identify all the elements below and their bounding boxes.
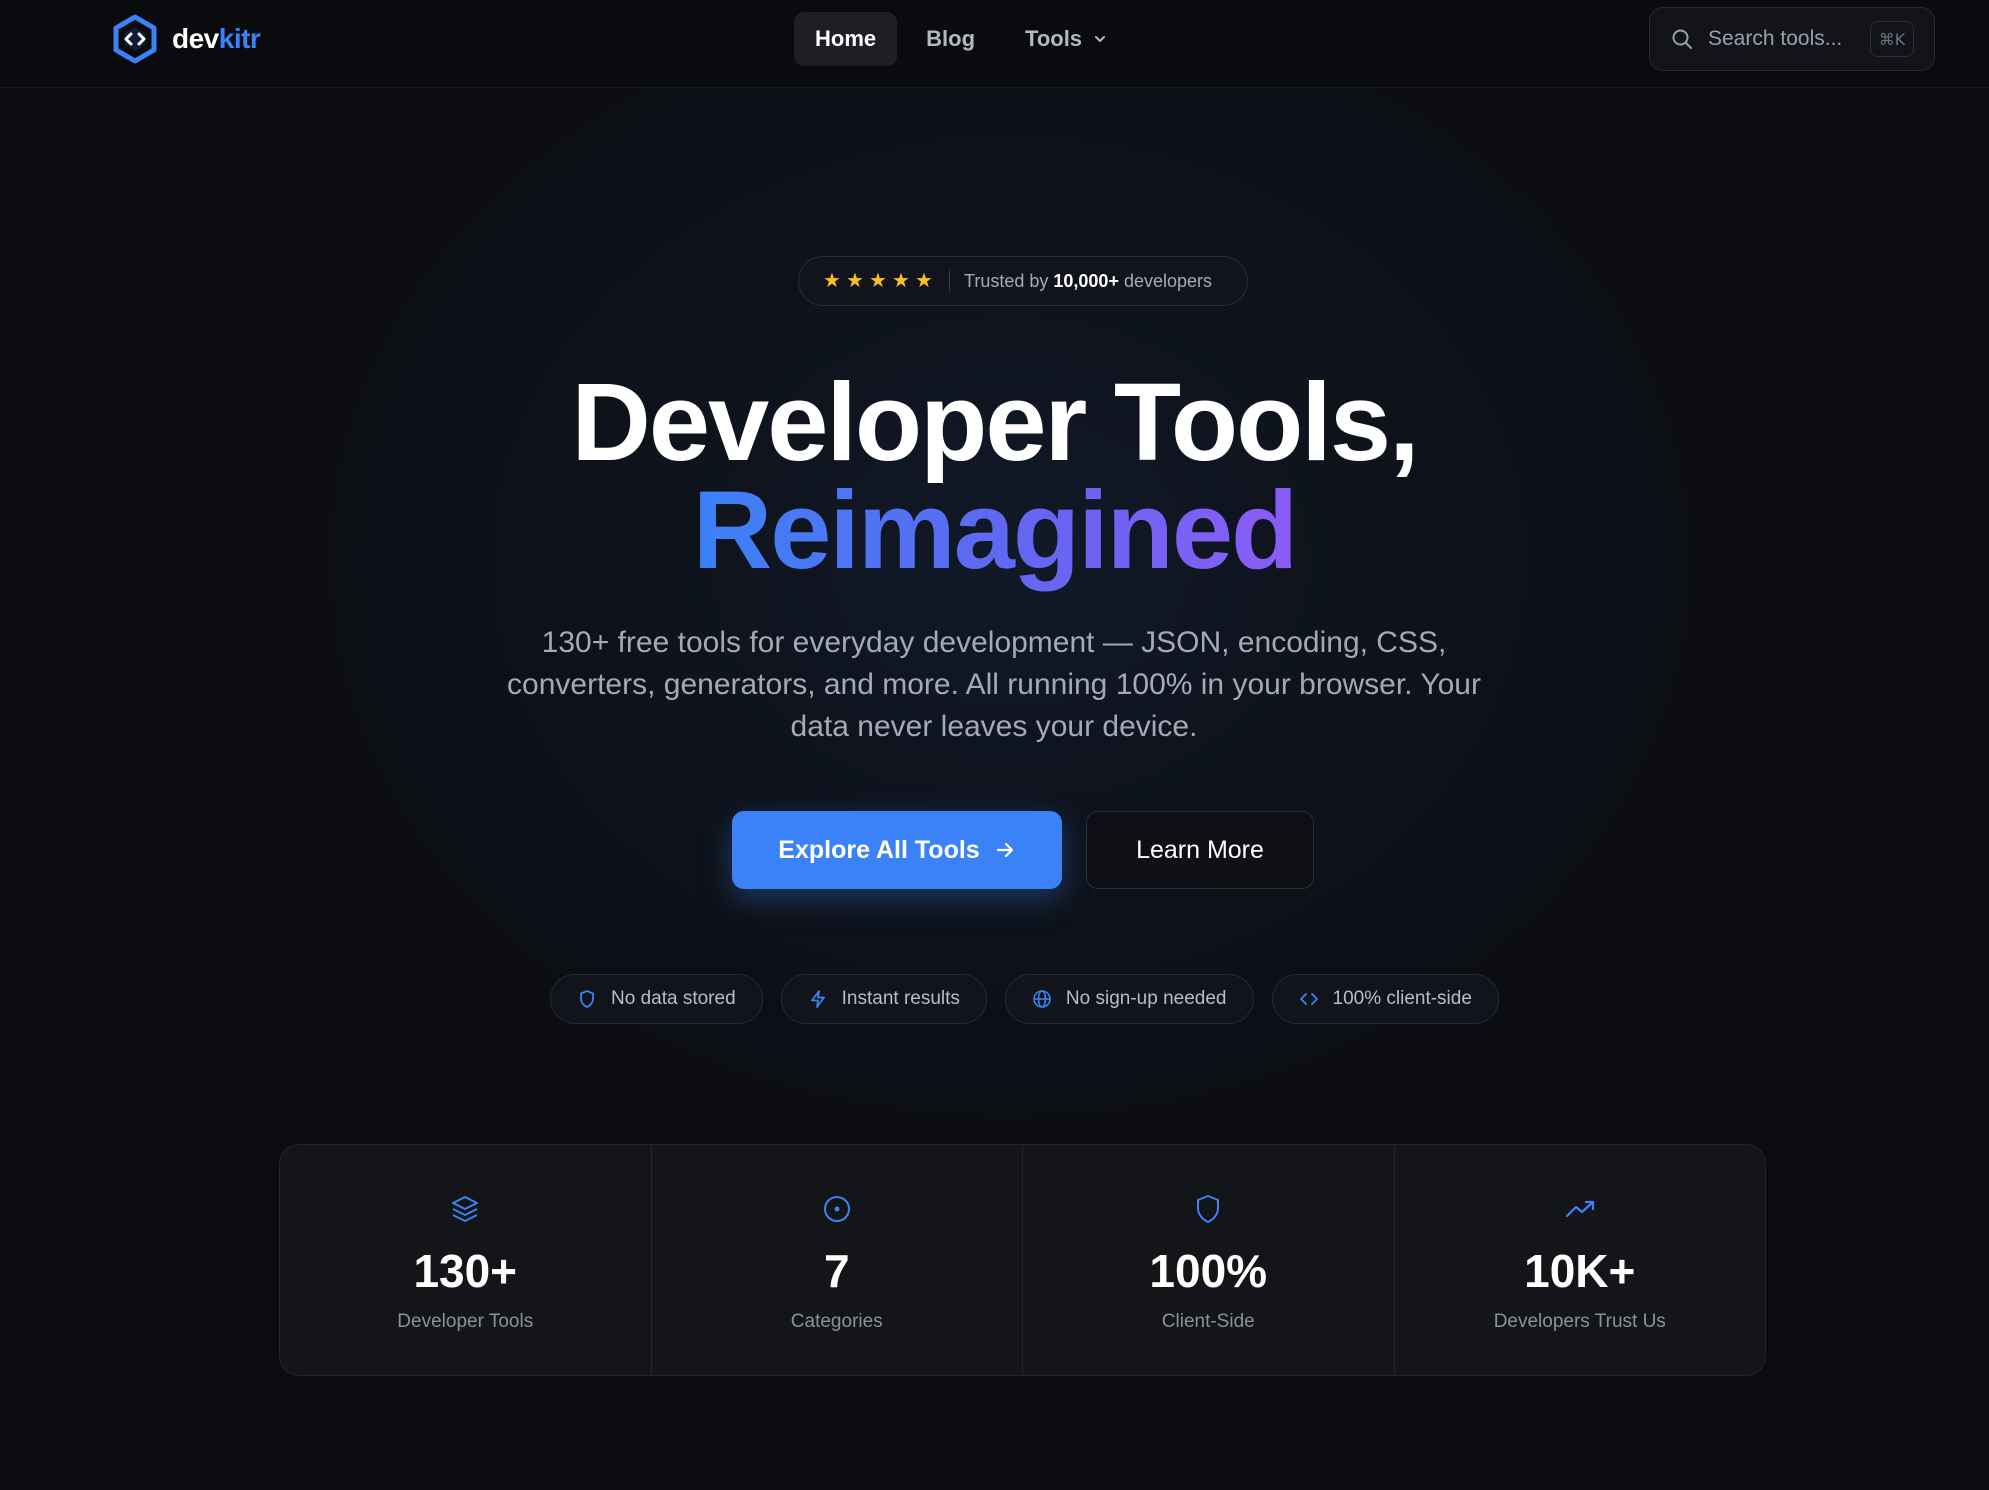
trust-suffix: developers: [1123, 270, 1213, 291]
stat-value: 7: [823, 1245, 850, 1297]
layers-icon: [452, 1196, 479, 1222]
stats-panel: 130+ Developer Tools 7 Categories 100% C…: [279, 1144, 1766, 1376]
page: devkitr Home Blog Tools Search tools... …: [0, 0, 1989, 1490]
shield-icon: [1197, 1195, 1220, 1223]
feature-badge: No sign-up needed: [1004, 974, 1254, 1024]
search-shortcut-kbd: ⌘K: [1870, 21, 1914, 57]
target-icon: [823, 1196, 850, 1222]
nav-home[interactable]: Home: [794, 12, 898, 66]
zap-icon: [810, 990, 825, 1008]
stat-card: 100% Client-Side: [1023, 1145, 1395, 1375]
star-icon: ★: [846, 270, 864, 292]
brand-suffix: kitr: [218, 23, 261, 54]
hero-title-gradient: Reimagined: [692, 469, 1298, 592]
brand-name: devkitr: [172, 23, 261, 55]
divider: [949, 270, 950, 292]
learn-more-button[interactable]: Learn More: [1086, 811, 1314, 889]
explore-button-label: Explore All Tools: [778, 835, 980, 864]
code-icon: [1299, 993, 1318, 1005]
stat-label: Categories: [790, 1311, 883, 1332]
shield-icon: [580, 990, 594, 1008]
stat-card: 10K+ Developers Trust Us: [1395, 1145, 1766, 1375]
explore-all-tools-button[interactable]: Explore All Tools: [732, 811, 1062, 889]
stat-value: 100%: [1149, 1245, 1268, 1297]
trust-prefix: Trusted by: [964, 270, 1049, 291]
chevron-down-icon: [1095, 36, 1106, 42]
trust-badge: ★ ★ ★ ★ ★ Trusted by 10,000+ developers: [798, 256, 1248, 306]
stat-label: Client-Side: [1161, 1311, 1255, 1332]
star-icon: ★: [823, 270, 841, 292]
stat-value: 130+: [413, 1245, 518, 1297]
star-icon: ★: [892, 270, 910, 292]
search-input[interactable]: Search tools... ⌘K: [1649, 7, 1935, 71]
hero-title-line1: Developer Tools,: [571, 361, 1419, 484]
feature-label: No sign-up needed: [1065, 988, 1227, 1009]
search-icon: [1672, 29, 1692, 49]
rating-stars: ★ ★ ★ ★ ★: [823, 271, 935, 291]
hex-code-icon: [113, 14, 157, 64]
feature-label: No data stored: [611, 988, 736, 1009]
main-nav: Home Blog Tools: [794, 12, 1129, 66]
feature-badge: 100% client-side: [1271, 974, 1499, 1024]
hero-subtitle: 130+ free tools for everyday development…: [507, 626, 1481, 743]
brand-logo[interactable]: devkitr: [110, 14, 261, 64]
trending-up-icon: [1565, 1200, 1594, 1218]
nav-tools-label: Tools: [1025, 26, 1083, 51]
stat-value: 10K+: [1524, 1245, 1636, 1297]
feature-label: Instant results: [841, 988, 960, 1009]
feature-badge: No data stored: [550, 974, 763, 1024]
top-navbar: devkitr Home Blog Tools Search tools... …: [0, 0, 1989, 88]
arrow-right-icon: [996, 842, 1013, 858]
feature-label: 100% client-side: [1332, 988, 1472, 1009]
feature-badges: No data stored Instant results No sign-u…: [550, 974, 1499, 1024]
brand-prefix: dev: [172, 23, 219, 54]
trust-count: 10,000+: [1053, 270, 1119, 291]
nav-tools-dropdown[interactable]: Tools: [1004, 12, 1129, 66]
stat-label: Developers Trust Us: [1493, 1311, 1666, 1332]
stat-card: 130+ Developer Tools: [280, 1145, 652, 1375]
star-icon: ★: [869, 270, 887, 292]
stat-label: Developer Tools: [397, 1311, 534, 1332]
search-placeholder: Search tools...: [1708, 27, 1843, 50]
globe-icon: [1033, 990, 1051, 1008]
feature-badge: Instant results: [780, 974, 987, 1024]
stat-card: 7 Categories: [652, 1145, 1023, 1375]
hero-title-line2: Reimagined: [0, 476, 1989, 586]
star-icon: ★: [915, 270, 933, 292]
trust-text: Trusted by 10,000+ developers: [964, 271, 1212, 292]
nav-blog[interactable]: Blog: [905, 12, 996, 66]
